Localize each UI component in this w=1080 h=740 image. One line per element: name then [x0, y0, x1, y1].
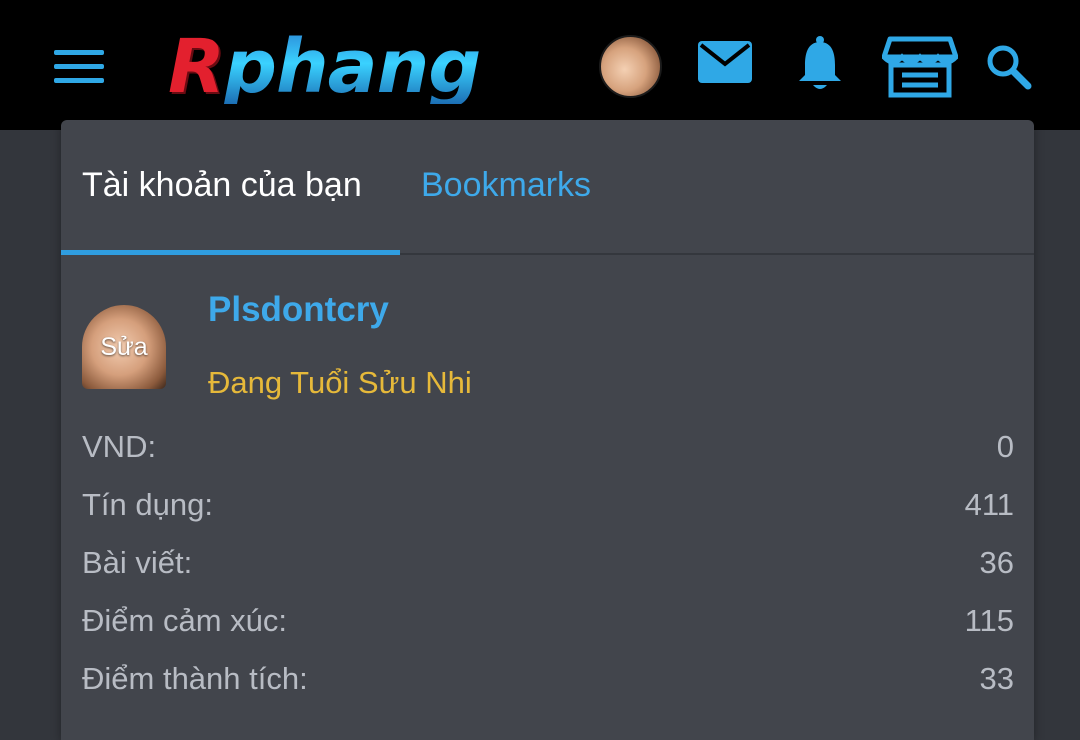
- stat-row-trophies: Điểm thành tích: 33: [82, 657, 1014, 715]
- stat-value: 36: [979, 545, 1014, 580]
- account-menu-tabs: Tài khoản của bạn Bookmarks: [61, 120, 1034, 255]
- stat-row-vnd: VND: 0: [82, 425, 1014, 483]
- tab-your-account[interactable]: Tài khoản của bạn: [82, 166, 362, 205]
- store-icon[interactable]: [881, 35, 959, 99]
- stat-label[interactable]: Điểm thành tích:: [82, 661, 308, 697]
- stat-value: 33: [979, 661, 1014, 696]
- top-navigation-bar: Rphang: [0, 0, 1080, 130]
- site-logo[interactable]: Rphang: [168, 22, 513, 112]
- user-stats-list: VND: 0 Tín dụng: 411 Bài viết: 36 Điểm c…: [82, 425, 1014, 715]
- bell-icon[interactable]: [795, 35, 845, 93]
- stat-label[interactable]: Tín dụng:: [82, 487, 213, 523]
- stat-label[interactable]: Điểm cảm xúc:: [82, 603, 287, 639]
- username-link[interactable]: Plsdontcry: [208, 290, 389, 330]
- search-icon[interactable]: [984, 42, 1032, 90]
- tab-bookmarks[interactable]: Bookmarks: [421, 166, 591, 205]
- logo-text: phang: [223, 24, 481, 110]
- stat-value: 115: [964, 603, 1014, 638]
- user-avatar-button[interactable]: [599, 35, 662, 98]
- menu-icon[interactable]: [54, 50, 104, 84]
- stat-row-reactions: Điểm cảm xúc: 115: [82, 599, 1014, 657]
- stat-label[interactable]: VND:: [82, 429, 156, 465]
- profile-avatar[interactable]: Sửa: [82, 305, 166, 389]
- avatar-edit-label[interactable]: Sửa: [82, 333, 166, 362]
- stat-row-posts: Bài viết: 36: [82, 541, 1014, 599]
- mail-icon[interactable]: [697, 40, 753, 84]
- logo-letter: R: [168, 24, 225, 110]
- user-title: Đang Tuổi Sửu Nhi: [208, 365, 472, 400]
- stat-row-credits: Tín dụng: 411: [82, 483, 1014, 541]
- account-menu-panel: Tài khoản của bạn Bookmarks Sửa Plsdontc…: [61, 120, 1034, 740]
- stat-label[interactable]: Bài viết:: [82, 545, 192, 581]
- stat-value: 411: [964, 487, 1014, 522]
- active-tab-indicator: [61, 250, 400, 255]
- stat-value: 0: [996, 429, 1014, 464]
